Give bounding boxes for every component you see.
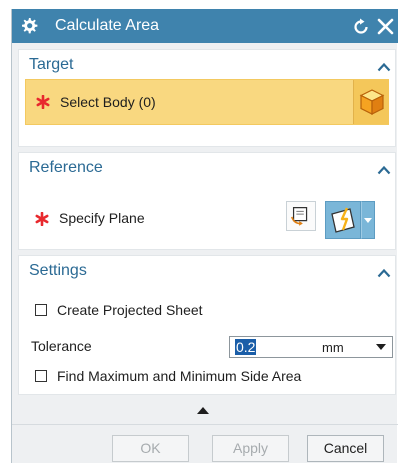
select-body-label: Select Body (0) [60,94,156,110]
plane-dialog-button[interactable] [286,201,316,231]
reference-group: Reference Specify Plane [18,152,396,250]
inferred-plane-button[interactable] [325,201,361,239]
dropdown-arrow-icon [364,218,372,223]
plane-dialog-icon [291,207,308,226]
select-body-row[interactable]: Select Body (0) [25,79,389,125]
calculate-area-dialog: Calculate Area Target Select Body (0) Re… [11,9,398,464]
collapse-settings-icon[interactable] [377,268,391,278]
more-options-strip[interactable] [12,402,398,422]
target-group-title: Target [29,56,74,73]
settings-group: Settings Create Projected Sheet Toleranc… [18,255,396,395]
select-body-button[interactable] [353,80,389,124]
find-max-min-label: Find Maximum and Minimum Side Area [57,368,302,384]
cube-icon [359,89,385,115]
dialog-title: Calculate Area [55,17,160,34]
collapse-target-icon[interactable] [377,62,391,72]
apply-button[interactable]: Apply [212,435,289,462]
title-bar: Calculate Area [12,9,398,43]
settings-group-title: Settings [29,262,87,279]
find-max-min-checkbox[interactable] [35,370,47,382]
chevron-down-icon[interactable] [376,344,386,350]
create-projected-sheet-checkbox[interactable] [35,304,47,316]
required-star-icon [36,95,50,109]
tolerance-value[interactable]: 0.2 [235,339,257,355]
tolerance-label: Tolerance [31,338,92,354]
reset-icon[interactable] [352,18,370,36]
plane-type-dropdown[interactable] [361,201,375,239]
target-group: Target Select Body (0) [18,49,396,147]
close-icon[interactable] [377,18,394,35]
ok-button[interactable]: OK [112,435,189,462]
create-projected-sheet-label: Create Projected Sheet [57,302,203,318]
reference-group-title: Reference [29,159,103,176]
tolerance-unit: mm [322,340,344,355]
expand-up-icon[interactable] [197,407,209,414]
gear-icon[interactable] [20,17,38,35]
specify-plane-label: Specify Plane [59,210,145,226]
tolerance-field[interactable]: 0.2 mm [229,336,393,358]
inferred-plane-icon [331,207,355,233]
cancel-button[interactable]: Cancel [307,435,384,462]
collapse-reference-icon[interactable] [377,165,391,175]
button-bar: OK Apply Cancel [12,424,398,464]
required-star-icon [35,212,49,226]
